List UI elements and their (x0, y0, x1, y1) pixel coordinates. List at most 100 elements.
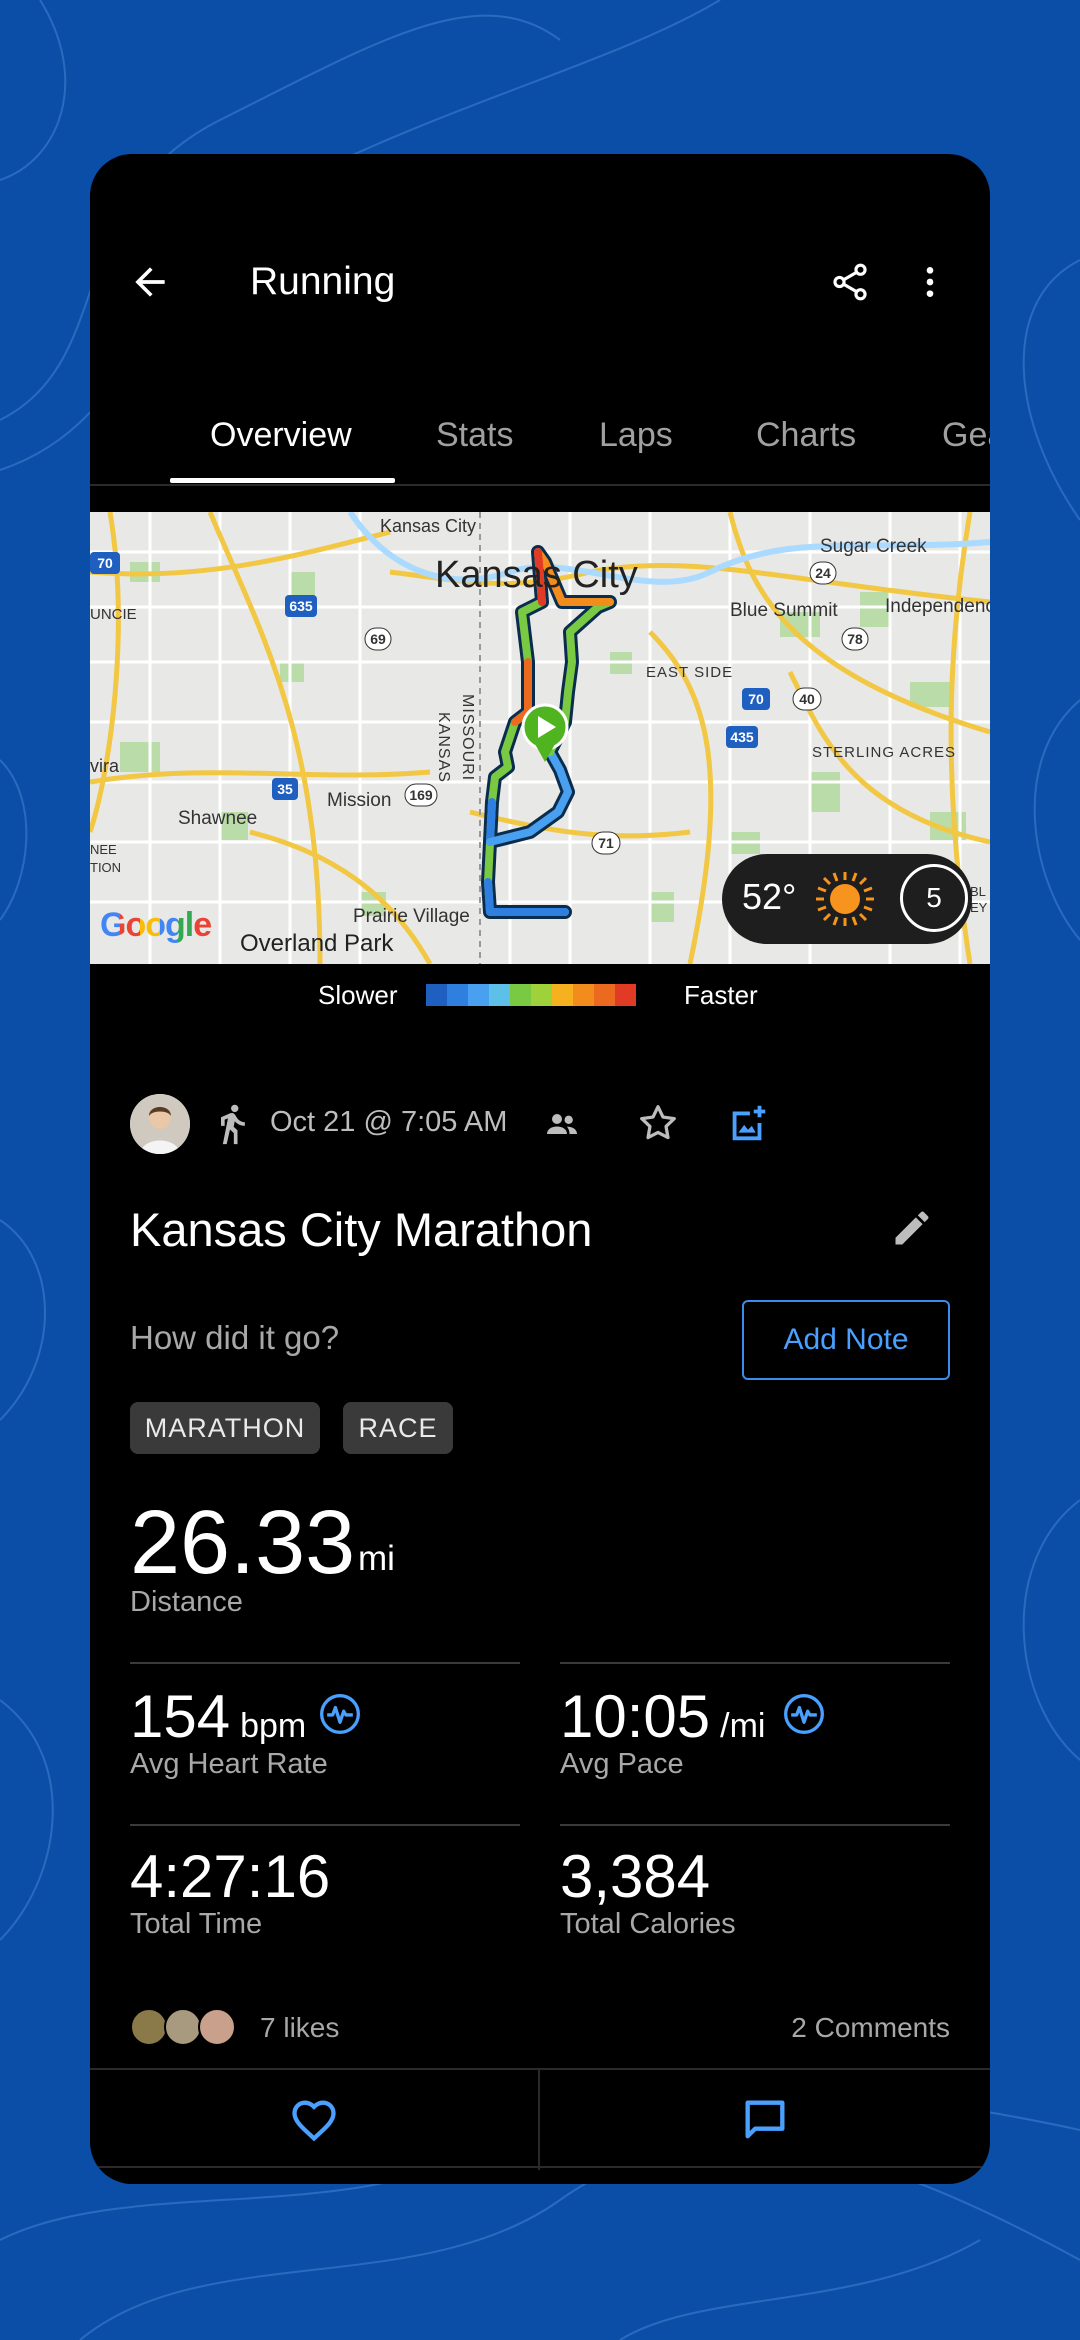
legend-color-swatch (573, 984, 594, 1006)
legend-color-swatch (468, 984, 489, 1006)
map-label: Sugar Creek (820, 536, 927, 557)
map-label: Overland Park (240, 930, 394, 957)
start-marker (521, 703, 569, 762)
total-time-label: Total Time (130, 1908, 263, 1940)
like-button[interactable] (90, 2070, 538, 2170)
distance-unit: mi (358, 1539, 395, 1578)
weather-badge: 52° 5 (722, 854, 972, 944)
more-vertical-icon (926, 267, 934, 297)
distance-label: Distance (130, 1586, 243, 1618)
pace-unit: /mi (720, 1707, 766, 1745)
pace-label: Avg Pace (560, 1748, 684, 1780)
route-shield: 70 (97, 555, 113, 571)
activity-title: Kansas City Marathon (130, 1203, 593, 1256)
map-label: Independenc (885, 596, 990, 617)
map-label-city: Kansas City (435, 554, 638, 596)
tab-overview[interactable]: Overview (210, 416, 352, 455)
legend-color-swatch (552, 984, 573, 1006)
star-icon[interactable] (635, 1100, 681, 1146)
tab-bar: Overview Stats Laps Charts Gea (90, 394, 990, 486)
distance-value: 26.33 (130, 1493, 356, 1593)
legend-color-swatch (489, 984, 510, 1006)
weather-temperature: 52° (742, 876, 797, 917)
tab-laps[interactable]: Laps (599, 416, 673, 455)
map-label: MISSOURI (459, 694, 476, 782)
pace-stat: 10:05/mi (560, 1682, 765, 1751)
map-label: EAST SIDE (646, 664, 734, 681)
running-icon (221, 1104, 245, 1145)
avatar (164, 2008, 202, 2046)
arrow-left-icon (135, 267, 165, 297)
avatar (130, 2008, 168, 2046)
map-label: Kansas City (380, 516, 477, 536)
route-shield: 40 (799, 691, 815, 707)
back-button[interactable] (120, 252, 180, 312)
legend-faster-label: Faster (684, 980, 758, 1010)
likes-count[interactable]: 7 likes (260, 2012, 339, 2044)
heart-rate-unit: bpm (240, 1707, 307, 1745)
activity-date: Oct 21 @ 7:05 AM (270, 1106, 508, 1138)
divider (130, 1662, 520, 1664)
activity-meta-row: Oct 21 @ 7:05 AM (130, 1094, 950, 1164)
heart-rate-stat: 154 bpm (130, 1682, 306, 1751)
active-tab-indicator (170, 478, 395, 483)
route-shield: 78 (847, 631, 863, 647)
total-calories-value: 3,384 (560, 1843, 711, 1910)
avatar[interactable] (130, 1094, 190, 1154)
divider (560, 1662, 950, 1664)
add-note-button[interactable]: Add Note (742, 1300, 950, 1380)
phone-frame: Running Overview Stats Laps Charts Gea (90, 154, 990, 2184)
route-shield: 69 (370, 631, 386, 647)
share-icon (833, 263, 867, 301)
map-label: Shawnee (178, 808, 258, 829)
wind-indicator: 5 (900, 864, 968, 932)
total-calories-label: Total Calories (560, 1908, 736, 1940)
map-label: Prairie Village (353, 906, 470, 927)
total-time-value: 4:27:16 (130, 1843, 331, 1910)
tag-marathon[interactable]: MARATHON (130, 1402, 320, 1454)
heart-icon (292, 2100, 336, 2142)
more-options-button[interactable] (900, 252, 960, 312)
liker-avatars[interactable] (130, 2008, 240, 2048)
feedback-prompt: How did it go? (130, 1319, 340, 1356)
pace-chart-icon[interactable] (782, 1692, 826, 1736)
google-logo: Google (100, 906, 212, 944)
map-label: Blue Summit (730, 600, 838, 621)
legend-color-swatch (447, 984, 468, 1006)
edit-icon[interactable] (890, 1206, 934, 1250)
tab-stats[interactable]: Stats (436, 416, 513, 455)
add-photo-icon[interactable] (725, 1100, 771, 1146)
legend-slower-label: Slower (318, 980, 398, 1010)
sun-icon (816, 872, 874, 926)
tag-race[interactable]: RACE (343, 1402, 453, 1454)
legend-color-swatch (615, 984, 636, 1006)
map-label: EY (970, 900, 988, 915)
route-shield: 635 (289, 598, 313, 614)
comment-button[interactable] (540, 2070, 990, 2170)
map-label: TION (90, 860, 122, 875)
comment-icon (745, 2100, 785, 2139)
heart-rate-chart-icon[interactable] (318, 1692, 362, 1736)
map-label: NEE (90, 842, 117, 857)
wind-value: 5 (926, 882, 942, 913)
heart-rate-value: 154 (130, 1683, 231, 1750)
pace-legend: Slower Faster (90, 972, 990, 1022)
share-button[interactable] (820, 252, 880, 312)
route-shield: 435 (730, 729, 754, 745)
comments-count[interactable]: 2 Comments (791, 2012, 950, 2044)
divider (130, 1824, 520, 1826)
map-label: KANSAS (435, 712, 452, 783)
route-shield: 169 (409, 787, 433, 803)
tab-gear[interactable]: Gea (942, 416, 990, 455)
page-title: Running (250, 260, 396, 303)
map-label: STERLING ACRES (812, 744, 957, 761)
tab-charts[interactable]: Charts (756, 416, 856, 455)
divider (560, 1824, 950, 1826)
legend-color-swatch (531, 984, 552, 1006)
avatar-image (130, 1094, 190, 1154)
pace-value: 10:05 (560, 1683, 711, 1750)
bottom-action-bar (90, 2068, 990, 2170)
heart-rate-label: Avg Heart Rate (130, 1748, 328, 1780)
group-icon[interactable] (542, 1104, 582, 1144)
legend-color-scale (426, 984, 636, 1006)
